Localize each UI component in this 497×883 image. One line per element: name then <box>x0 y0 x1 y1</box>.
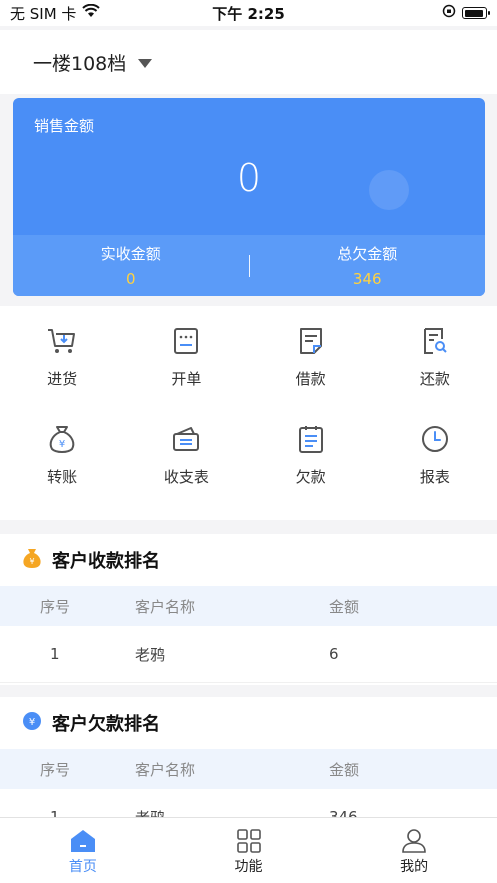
rank-title: 客户欠款排名 <box>52 714 160 735</box>
func-repay[interactable]: 还款 <box>373 324 497 422</box>
battery-icon <box>462 7 490 19</box>
money-bag-icon: ¥ <box>22 547 42 573</box>
owed-amount: 总欠金额 346 <box>250 243 486 288</box>
owed-value: 346 <box>352 270 382 288</box>
func-restock[interactable]: 进货 <box>0 324 124 422</box>
wifi-icon <box>82 3 101 22</box>
col-index-header: 序号 <box>40 760 71 779</box>
func-report[interactable]: 报表 <box>373 422 497 520</box>
debt-rank-section: ¥ 客户欠款排名 序号 客户名称 金额 1 老鸦 346 <box>0 697 497 817</box>
func-label: 转账 <box>47 468 78 486</box>
func-open-order[interactable]: 开单 <box>124 324 248 422</box>
tab-bar: 首页 功能 我的 <box>0 817 497 883</box>
row-amount: 6 <box>329 645 339 663</box>
func-loan[interactable]: 借款 <box>249 324 373 422</box>
received-value: 0 <box>125 270 136 288</box>
table-header: 序号 客户名称 金额 <box>0 749 497 789</box>
tab-home[interactable]: 首页 <box>0 818 166 883</box>
tab-functions[interactable]: 功能 <box>166 818 332 883</box>
sales-summary: 实收金额 0 总欠金额 346 <box>13 235 485 296</box>
store-name: 一楼108档 <box>33 52 127 75</box>
svg-text:¥: ¥ <box>29 557 34 566</box>
status-bar: 无 SIM 卡 下午 2:25 <box>0 0 497 26</box>
search-document-icon <box>418 324 452 358</box>
row-customer-name: 老鸦 <box>135 807 329 818</box>
func-debt[interactable]: 欠款 <box>249 422 373 520</box>
row-customer-name: 老鸦 <box>135 645 166 664</box>
decor-circle <box>369 170 409 210</box>
col-name-header: 客户名称 <box>135 597 196 616</box>
received-label: 实收金额 <box>100 245 161 263</box>
grid-icon <box>236 829 262 853</box>
rank-title-row: ¥ 客户欠款排名 <box>0 697 497 749</box>
svg-text:¥: ¥ <box>29 717 35 728</box>
cart-icon <box>45 324 79 358</box>
clipboard-icon <box>294 422 328 456</box>
table-row[interactable]: 1 老鸦 6 <box>0 626 497 683</box>
row-amount: 346 <box>329 808 358 817</box>
sales-total: 0 <box>236 156 262 200</box>
document-icon <box>294 324 328 358</box>
clock-icon <box>418 422 452 456</box>
func-label: 还款 <box>419 370 450 388</box>
tab-label: 我的 <box>400 859 429 875</box>
svg-text:¥: ¥ <box>59 439 65 450</box>
status-time: 下午 2:25 <box>212 4 285 23</box>
col-amount-header: 金额 <box>329 597 360 616</box>
wallet-icon <box>169 422 203 456</box>
sales-label: 销售金额 <box>34 117 95 135</box>
carrier-label: 无 SIM 卡 <box>10 4 77 23</box>
col-name-header: 客户名称 <box>135 760 196 779</box>
table-header: 序号 客户名称 金额 <box>0 586 497 626</box>
tab-label: 功能 <box>234 859 263 875</box>
rotation-lock-icon <box>442 4 456 22</box>
func-label: 收支表 <box>163 468 209 486</box>
col-index-header: 序号 <box>40 597 71 616</box>
function-grid: 进货 开单 借款 还款 ¥ 转账 收支表 欠款 报表 <box>0 306 497 520</box>
user-icon <box>401 829 427 853</box>
yuan-coin-icon: ¥ <box>22 711 42 735</box>
func-label: 开单 <box>171 370 202 388</box>
row-index: 1 <box>50 808 60 817</box>
tab-label: 首页 <box>68 859 97 875</box>
tab-profile[interactable]: 我的 <box>331 818 497 883</box>
col-amount-header: 金额 <box>329 760 360 779</box>
func-label: 借款 <box>295 370 326 388</box>
rank-title-row: ¥ 客户收款排名 <box>0 534 497 586</box>
func-income-expense[interactable]: 收支表 <box>124 422 248 520</box>
func-transfer[interactable]: ¥ 转账 <box>0 422 124 520</box>
table-row[interactable]: 1 老鸦 346 <box>0 789 497 817</box>
func-label: 进货 <box>47 370 78 388</box>
receipt-rank-section: ¥ 客户收款排名 序号 客户名称 金额 1 老鸦 6 <box>0 534 497 685</box>
owed-label: 总欠金额 <box>337 245 398 263</box>
rank-title: 客户收款排名 <box>52 551 160 572</box>
sales-card: 销售金额 0 实收金额 0 总欠金额 346 <box>13 98 485 296</box>
row-index: 1 <box>50 645 60 663</box>
received-amount: 实收金额 0 <box>13 243 249 288</box>
func-label: 报表 <box>419 468 450 486</box>
home-icon <box>70 829 96 853</box>
receipt-icon <box>169 324 203 358</box>
chevron-down-icon <box>138 58 153 68</box>
func-label: 欠款 <box>295 468 326 486</box>
money-bag-icon: ¥ <box>45 422 79 456</box>
store-selector[interactable]: 一楼108档 <box>0 30 497 94</box>
